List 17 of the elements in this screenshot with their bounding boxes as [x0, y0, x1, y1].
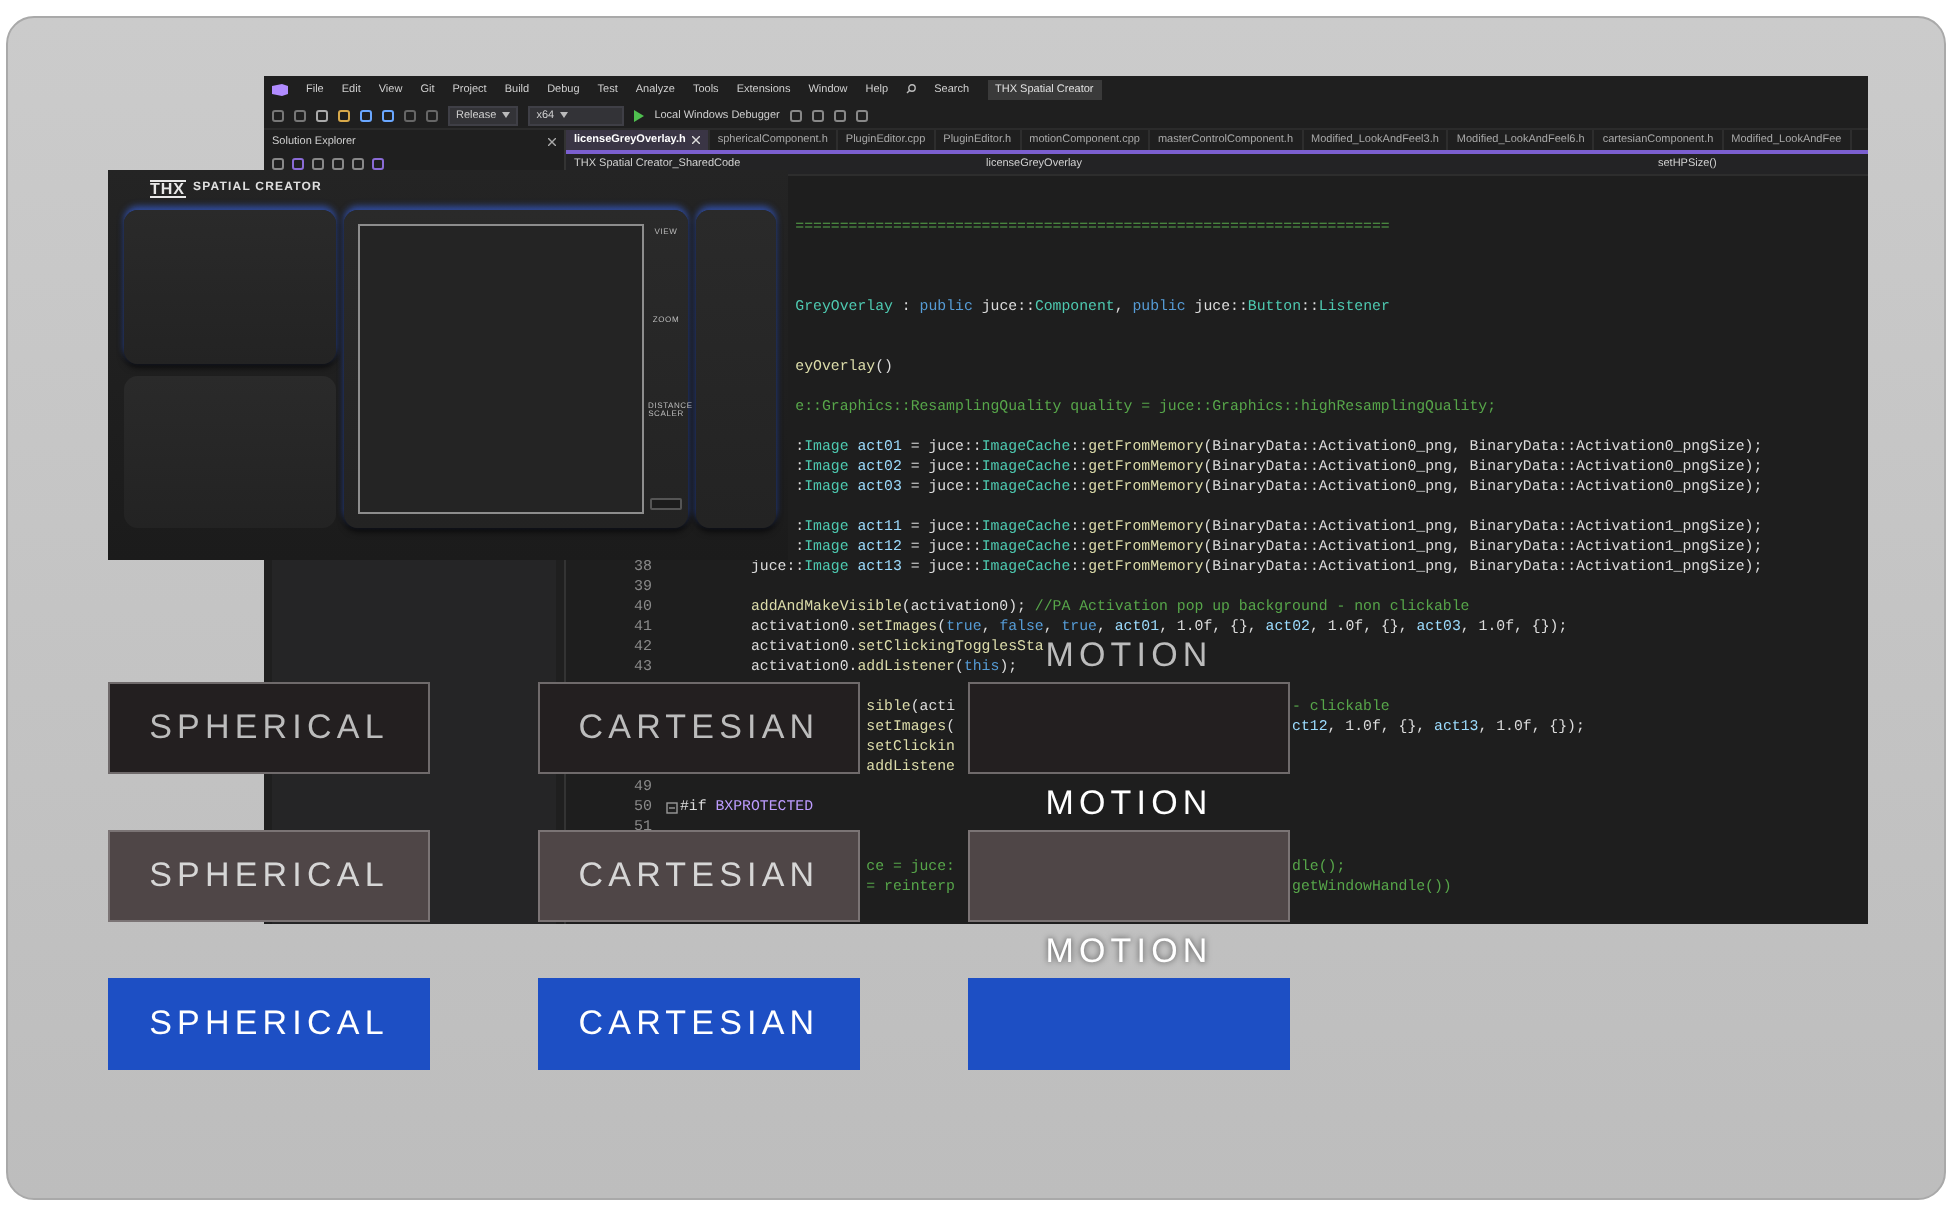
- play-icon[interactable]: [634, 109, 645, 121]
- mode-button[interactable]: SPHERICAL: [108, 978, 430, 1070]
- logo-icon: [272, 83, 288, 95]
- brand-logo: THX: [150, 179, 185, 197]
- chevron-down-icon: [502, 112, 511, 118]
- button-caption: MOTION: [1045, 932, 1213, 972]
- mode-button[interactable]: CARTESIAN: [538, 830, 860, 922]
- mode-button[interactable]: SPHERICAL: [108, 830, 430, 922]
- close-icon[interactable]: [548, 137, 556, 145]
- chevron-down-icon: [560, 112, 569, 118]
- mode-button[interactable]: CARTESIAN: [538, 978, 860, 1070]
- mode-button[interactable]: SPHERICAL: [108, 682, 430, 774]
- button-caption: MOTION: [1045, 636, 1213, 676]
- mode-button[interactable]: CARTESIAN: [538, 682, 860, 774]
- search-icon: [906, 84, 917, 94]
- mode-button[interactable]: [968, 682, 1290, 774]
- button-caption: MOTION: [1045, 784, 1213, 824]
